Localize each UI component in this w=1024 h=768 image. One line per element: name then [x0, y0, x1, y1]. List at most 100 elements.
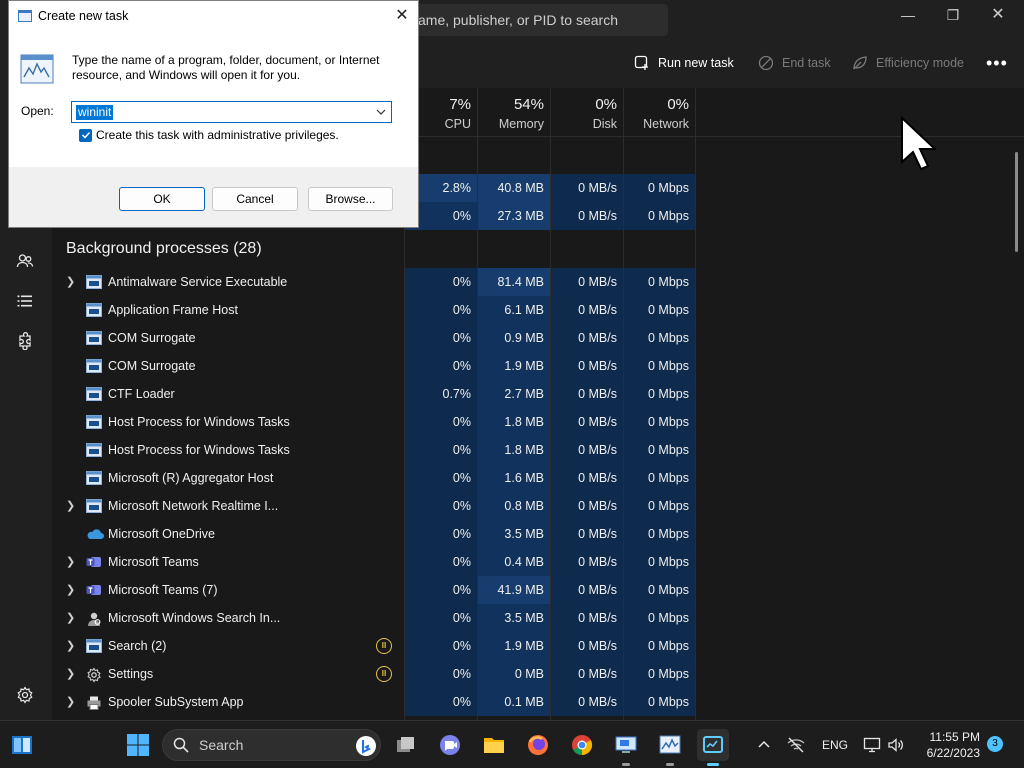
memory-cell: 1.8 MB	[504, 415, 544, 429]
admin-privileges-checkbox[interactable]: Create this task with administrative pri…	[79, 128, 339, 142]
expand-chevron-icon[interactable]: ❯	[66, 268, 75, 296]
resource-monitor-button[interactable]	[654, 729, 686, 766]
process-name: Spooler SubSystem App	[108, 695, 244, 709]
process-row[interactable]: Microsoft OneDrive 0% 3.5 MB 0 MB/s 0 Mbps	[52, 520, 695, 548]
process-name: Antimalware Service Executable	[108, 275, 288, 289]
running-indicator	[666, 763, 674, 766]
process-row[interactable]: Microsoft (R) Aggregator Host 0% 1.6 MB 0 M…	[52, 464, 695, 492]
browse-button[interactable]: Browse...	[308, 187, 393, 211]
process-row[interactable]: ❯ Antimalware Service Executable 0% 81.4 MB…	[52, 268, 695, 296]
run-new-task-button[interactable]: Run new task	[634, 42, 734, 84]
dialog-title: Create new task	[38, 9, 129, 23]
disk-label: Disk	[592, 117, 617, 131]
expand-chevron-icon[interactable]: ❯	[66, 632, 75, 660]
process-row[interactable]: ❯ Microsoft Network Realtime I... 0% 0.8 MB…	[52, 492, 695, 520]
open-input-value[interactable]: wininit	[76, 105, 114, 120]
taskbar-search-box[interactable]: Search	[162, 729, 381, 761]
cpu-cell: 0%	[452, 639, 471, 653]
onedrive-icon	[86, 527, 104, 541]
expand-chevron-icon[interactable]: ❯	[66, 688, 75, 716]
remote-desktop-button[interactable]	[610, 729, 642, 766]
chrome-button[interactable]	[566, 729, 598, 761]
task-view-widget[interactable]	[6, 729, 38, 761]
network-cell: 0 Mbps	[648, 499, 689, 513]
details-list-icon[interactable]	[12, 288, 38, 314]
clock[interactable]: 11:55 PM 6/22/2023	[910, 729, 980, 761]
end-task-label: End task	[782, 56, 831, 70]
users-icon[interactable]	[12, 248, 38, 274]
process-row[interactable]: CTF Loader 0.7% 2.7 MB 0 MB/s 0 Mbps	[52, 380, 695, 408]
cancel-button[interactable]: Cancel	[212, 187, 298, 211]
memory-cell: 1.9 MB	[504, 639, 544, 653]
window-icon	[86, 359, 102, 373]
network-disconnected-icon[interactable]	[786, 735, 806, 755]
column-header-network[interactable]: 0% Network	[623, 88, 695, 136]
task-view-button[interactable]	[390, 729, 422, 761]
teams-icon	[86, 555, 102, 569]
ok-button[interactable]: OK	[119, 187, 205, 211]
vertical-scrollbar[interactable]	[1015, 152, 1018, 252]
start-button[interactable]	[122, 729, 154, 761]
process-name: Host Process for Windows Tasks	[108, 415, 290, 429]
close-button[interactable]: ✕	[975, 0, 1021, 32]
memory-cell: 6.1 MB	[504, 303, 544, 317]
show-hidden-icons-chevron-icon[interactable]	[754, 735, 774, 755]
teams-chat-button[interactable]	[434, 729, 466, 761]
process-row[interactable]: Application Frame Host 0% 6.1 MB 0 MB/s 0 Mb…	[52, 296, 695, 324]
taskbar: Search ENG 11:55 PM 6/22/2023	[0, 720, 1024, 768]
network-cell: 0 Mbps	[648, 303, 689, 317]
network-cell: 0 Mbps	[648, 639, 689, 653]
speaker-icon[interactable]	[886, 735, 906, 755]
firefox-button[interactable]	[522, 729, 554, 761]
process-row[interactable]: ❯ Microsoft Teams 0% 0.4 MB 0 MB/s 0 Mbps	[52, 548, 695, 576]
task-manager-taskbar-button[interactable]	[697, 729, 729, 766]
display-icon[interactable]	[862, 735, 882, 755]
disk-cell: 0 MB/s	[578, 181, 617, 195]
memory-cell: 0.1 MB	[504, 695, 544, 709]
settings-gear-icon[interactable]	[12, 682, 38, 708]
checkbox-checked-icon[interactable]	[79, 128, 92, 142]
memory-cell: 0.4 MB	[504, 555, 544, 569]
efficiency-mode-button[interactable]: Efficiency mode	[852, 42, 964, 84]
notification-count-badge[interactable]: 3	[987, 736, 1003, 752]
language-indicator[interactable]: ENG	[822, 721, 848, 768]
services-puzzle-icon[interactable]	[12, 328, 38, 354]
process-name: Microsoft Windows Search In...	[108, 611, 281, 625]
search-icon	[173, 737, 189, 753]
cpu-cell: 0%	[452, 611, 471, 625]
end-task-button[interactable]: End task	[758, 42, 831, 84]
process-row[interactable]: Host Process for Windows Tasks 0% 1.8 MB 0 …	[52, 408, 695, 436]
column-header-memory[interactable]: 54% Memory	[477, 88, 550, 136]
active-indicator	[707, 763, 719, 766]
process-row[interactable]: COM Surrogate 0% 1.9 MB 0 MB/s 0 Mbps	[52, 352, 695, 380]
minimize-button[interactable]: —	[885, 0, 931, 32]
expand-chevron-icon[interactable]: ❯	[66, 660, 75, 688]
expand-chevron-icon[interactable]: ❯	[66, 604, 75, 632]
expand-chevron-icon[interactable]: ❯	[66, 492, 75, 520]
process-row[interactable]: ❯ Search (2) II 0% 1.9 MB 0 MB/s 0 Mbps	[52, 632, 695, 660]
open-combobox[interactable]: wininit	[71, 101, 392, 123]
chevron-down-icon[interactable]	[375, 106, 387, 118]
network-cell: 0 Mbps	[648, 359, 689, 373]
expand-chevron-icon[interactable]: ❯	[66, 548, 75, 576]
bing-icon[interactable]	[355, 735, 377, 757]
window-icon	[86, 499, 102, 513]
process-row[interactable]: ❯ Microsoft Teams (7) 0% 41.9 MB 0 MB/s 0 Mbp…	[52, 576, 695, 604]
cpu-cell: 0.7%	[442, 387, 472, 401]
process-row[interactable]: ❯ Settings II 0% 0 MB 0 MB/s 0 Mbps	[52, 660, 695, 688]
memory-cell: 3.5 MB	[504, 527, 544, 541]
process-row[interactable]: Host Process for Windows Tasks 0% 1.8 MB 0 …	[52, 436, 695, 464]
process-row[interactable]: ❯ Spooler SubSystem App 0% 0.1 MB 0 MB/s 0 Mb…	[52, 688, 695, 716]
cpu-cell: 0%	[452, 303, 471, 317]
process-row[interactable]: ❯ Microsoft Windows Search In... 0% 3.5 MB 0…	[52, 604, 695, 632]
process-search-input[interactable]: ame, publisher, or PID to search	[400, 4, 668, 36]
more-options-button[interactable]: •••	[986, 42, 1008, 84]
file-explorer-button[interactable]	[478, 729, 510, 761]
disk-cell: 0 MB/s	[578, 209, 617, 223]
expand-chevron-icon[interactable]: ❯	[66, 576, 75, 604]
dialog-close-button[interactable]: ✕	[386, 3, 418, 29]
column-header-disk[interactable]: 0% Disk	[550, 88, 623, 136]
process-row[interactable]: COM Surrogate 0% 0.9 MB 0 MB/s 0 Mbps	[52, 324, 695, 352]
maximize-button[interactable]: ❐	[930, 0, 976, 32]
disk-cell: 0 MB/s	[578, 527, 617, 541]
